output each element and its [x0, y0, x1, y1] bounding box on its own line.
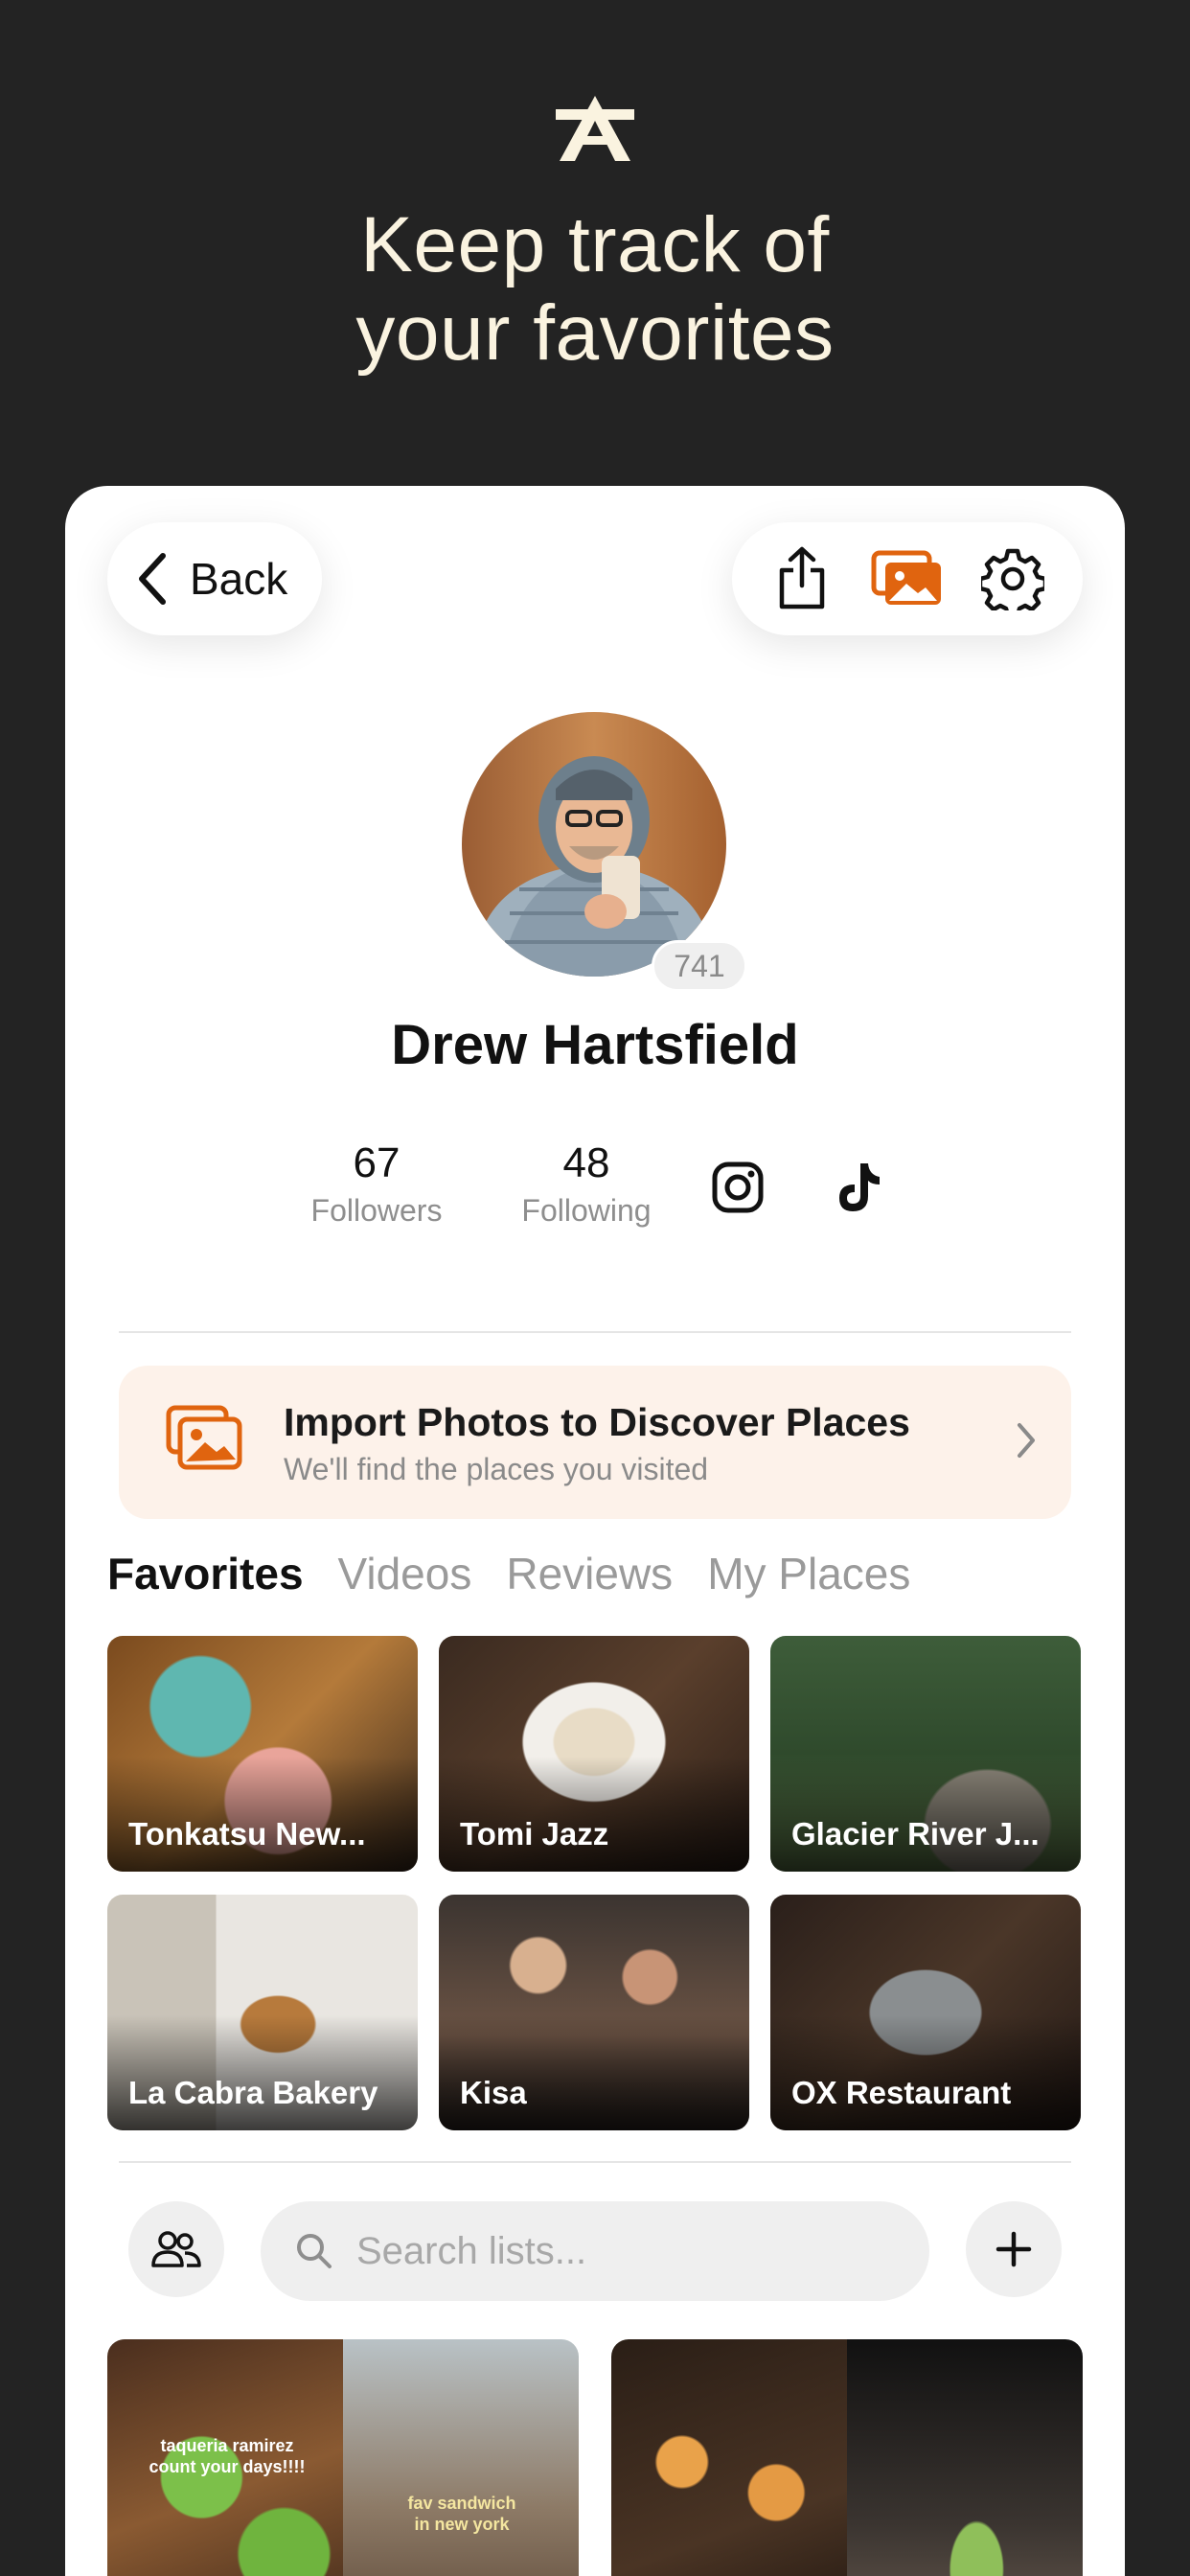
- favorite-label: La Cabra Bakery: [128, 2075, 378, 2110]
- favorite-label: Kisa: [460, 2075, 527, 2110]
- favorite-label: Glacier River J...: [791, 1816, 1040, 1852]
- profile-name: Drew Hartsfield: [391, 1014, 799, 1076]
- favorite-label: Tomi Jazz: [460, 1816, 609, 1852]
- following-label: Following: [521, 1193, 652, 1228]
- a-logo-icon: [556, 96, 634, 161]
- instagram-button[interactable]: [707, 1157, 768, 1218]
- tiktok-icon: [839, 1163, 880, 1211]
- import-photos-banner[interactable]: Import Photos to Discover Places We'll f…: [119, 1366, 1071, 1519]
- tiktok-button[interactable]: [828, 1157, 889, 1218]
- divider: [119, 2161, 1071, 2163]
- people-icon: [151, 2231, 201, 2267]
- list-card[interactable]: taqueria ramirez count your days!!!! fav…: [107, 2339, 579, 2576]
- list-note: taqueria ramirez count your days!!!!: [149, 2436, 306, 2476]
- followers-count: 67: [353, 1139, 400, 1186]
- photos-button[interactable]: [867, 539, 948, 619]
- add-list-button[interactable]: [966, 2201, 1062, 2297]
- chevron-left-icon: [139, 553, 166, 605]
- settings-button[interactable]: [973, 539, 1053, 619]
- search-bar: [261, 2201, 929, 2301]
- tab-my-places[interactable]: My Places: [707, 1548, 910, 1599]
- favorite-tile[interactable]: Tonkatsu New...: [107, 1636, 418, 1872]
- tab-reviews[interactable]: Reviews: [506, 1548, 673, 1599]
- favorite-tile[interactable]: La Cabra Bakery: [107, 1895, 418, 2130]
- followers-label: Followers: [310, 1193, 443, 1228]
- following-stat[interactable]: 48 Following: [500, 1139, 673, 1229]
- share-icon: [779, 546, 825, 610]
- search-icon: [297, 2234, 332, 2268]
- favorite-tile[interactable]: Glacier River J...: [770, 1636, 1081, 1872]
- favorite-tile[interactable]: OX Restaurant: [770, 1895, 1081, 2130]
- list-card[interactable]: [611, 2339, 1083, 2576]
- hero-section: Keep track of your favorites: [0, 0, 1190, 479]
- import-subtitle: We'll find the places you visited: [284, 1452, 709, 1486]
- headline-line-1: Keep track of: [360, 201, 830, 288]
- headline-line-2: your favorites: [355, 289, 835, 377]
- score-badge: 741: [652, 940, 747, 992]
- back-button[interactable]: Back: [107, 522, 322, 635]
- tab-videos[interactable]: Videos: [338, 1548, 472, 1599]
- followers-stat[interactable]: 67 Followers: [295, 1139, 458, 1229]
- chevron-right-icon: [1018, 1423, 1035, 1458]
- share-button[interactable]: [762, 539, 842, 619]
- instagram-icon: [712, 1162, 764, 1213]
- favorite-tile[interactable]: Kisa: [439, 1895, 749, 2130]
- profile-card: Back 741 Drew Hartsfield 67 Followers 48…: [65, 486, 1125, 2576]
- action-toolbar: [732, 522, 1083, 635]
- plus-icon: [995, 2231, 1032, 2267]
- favorite-label: OX Restaurant: [791, 2075, 1012, 2110]
- favorite-tile[interactable]: Tomi Jazz: [439, 1636, 749, 1872]
- import-title: Import Photos to Discover Places: [284, 1400, 910, 1444]
- photos-icon: [871, 550, 941, 605]
- avatar[interactable]: [462, 712, 726, 977]
- profile-tabs: Favorites Videos Reviews My Places: [107, 1548, 910, 1599]
- divider: [119, 1331, 1071, 1333]
- tab-favorites[interactable]: Favorites: [107, 1548, 304, 1599]
- following-count: 48: [562, 1139, 610, 1186]
- list-note: fav sandwich in new york: [407, 2494, 516, 2534]
- search-input[interactable]: [356, 2229, 893, 2273]
- back-label: Back: [190, 554, 288, 604]
- favorite-label: Tonkatsu New...: [128, 1816, 366, 1852]
- photos-icon: [166, 1405, 242, 1470]
- gear-icon: [981, 548, 1044, 610]
- friends-button[interactable]: [128, 2201, 224, 2297]
- headline: Keep track of your favorites: [0, 201, 1190, 378]
